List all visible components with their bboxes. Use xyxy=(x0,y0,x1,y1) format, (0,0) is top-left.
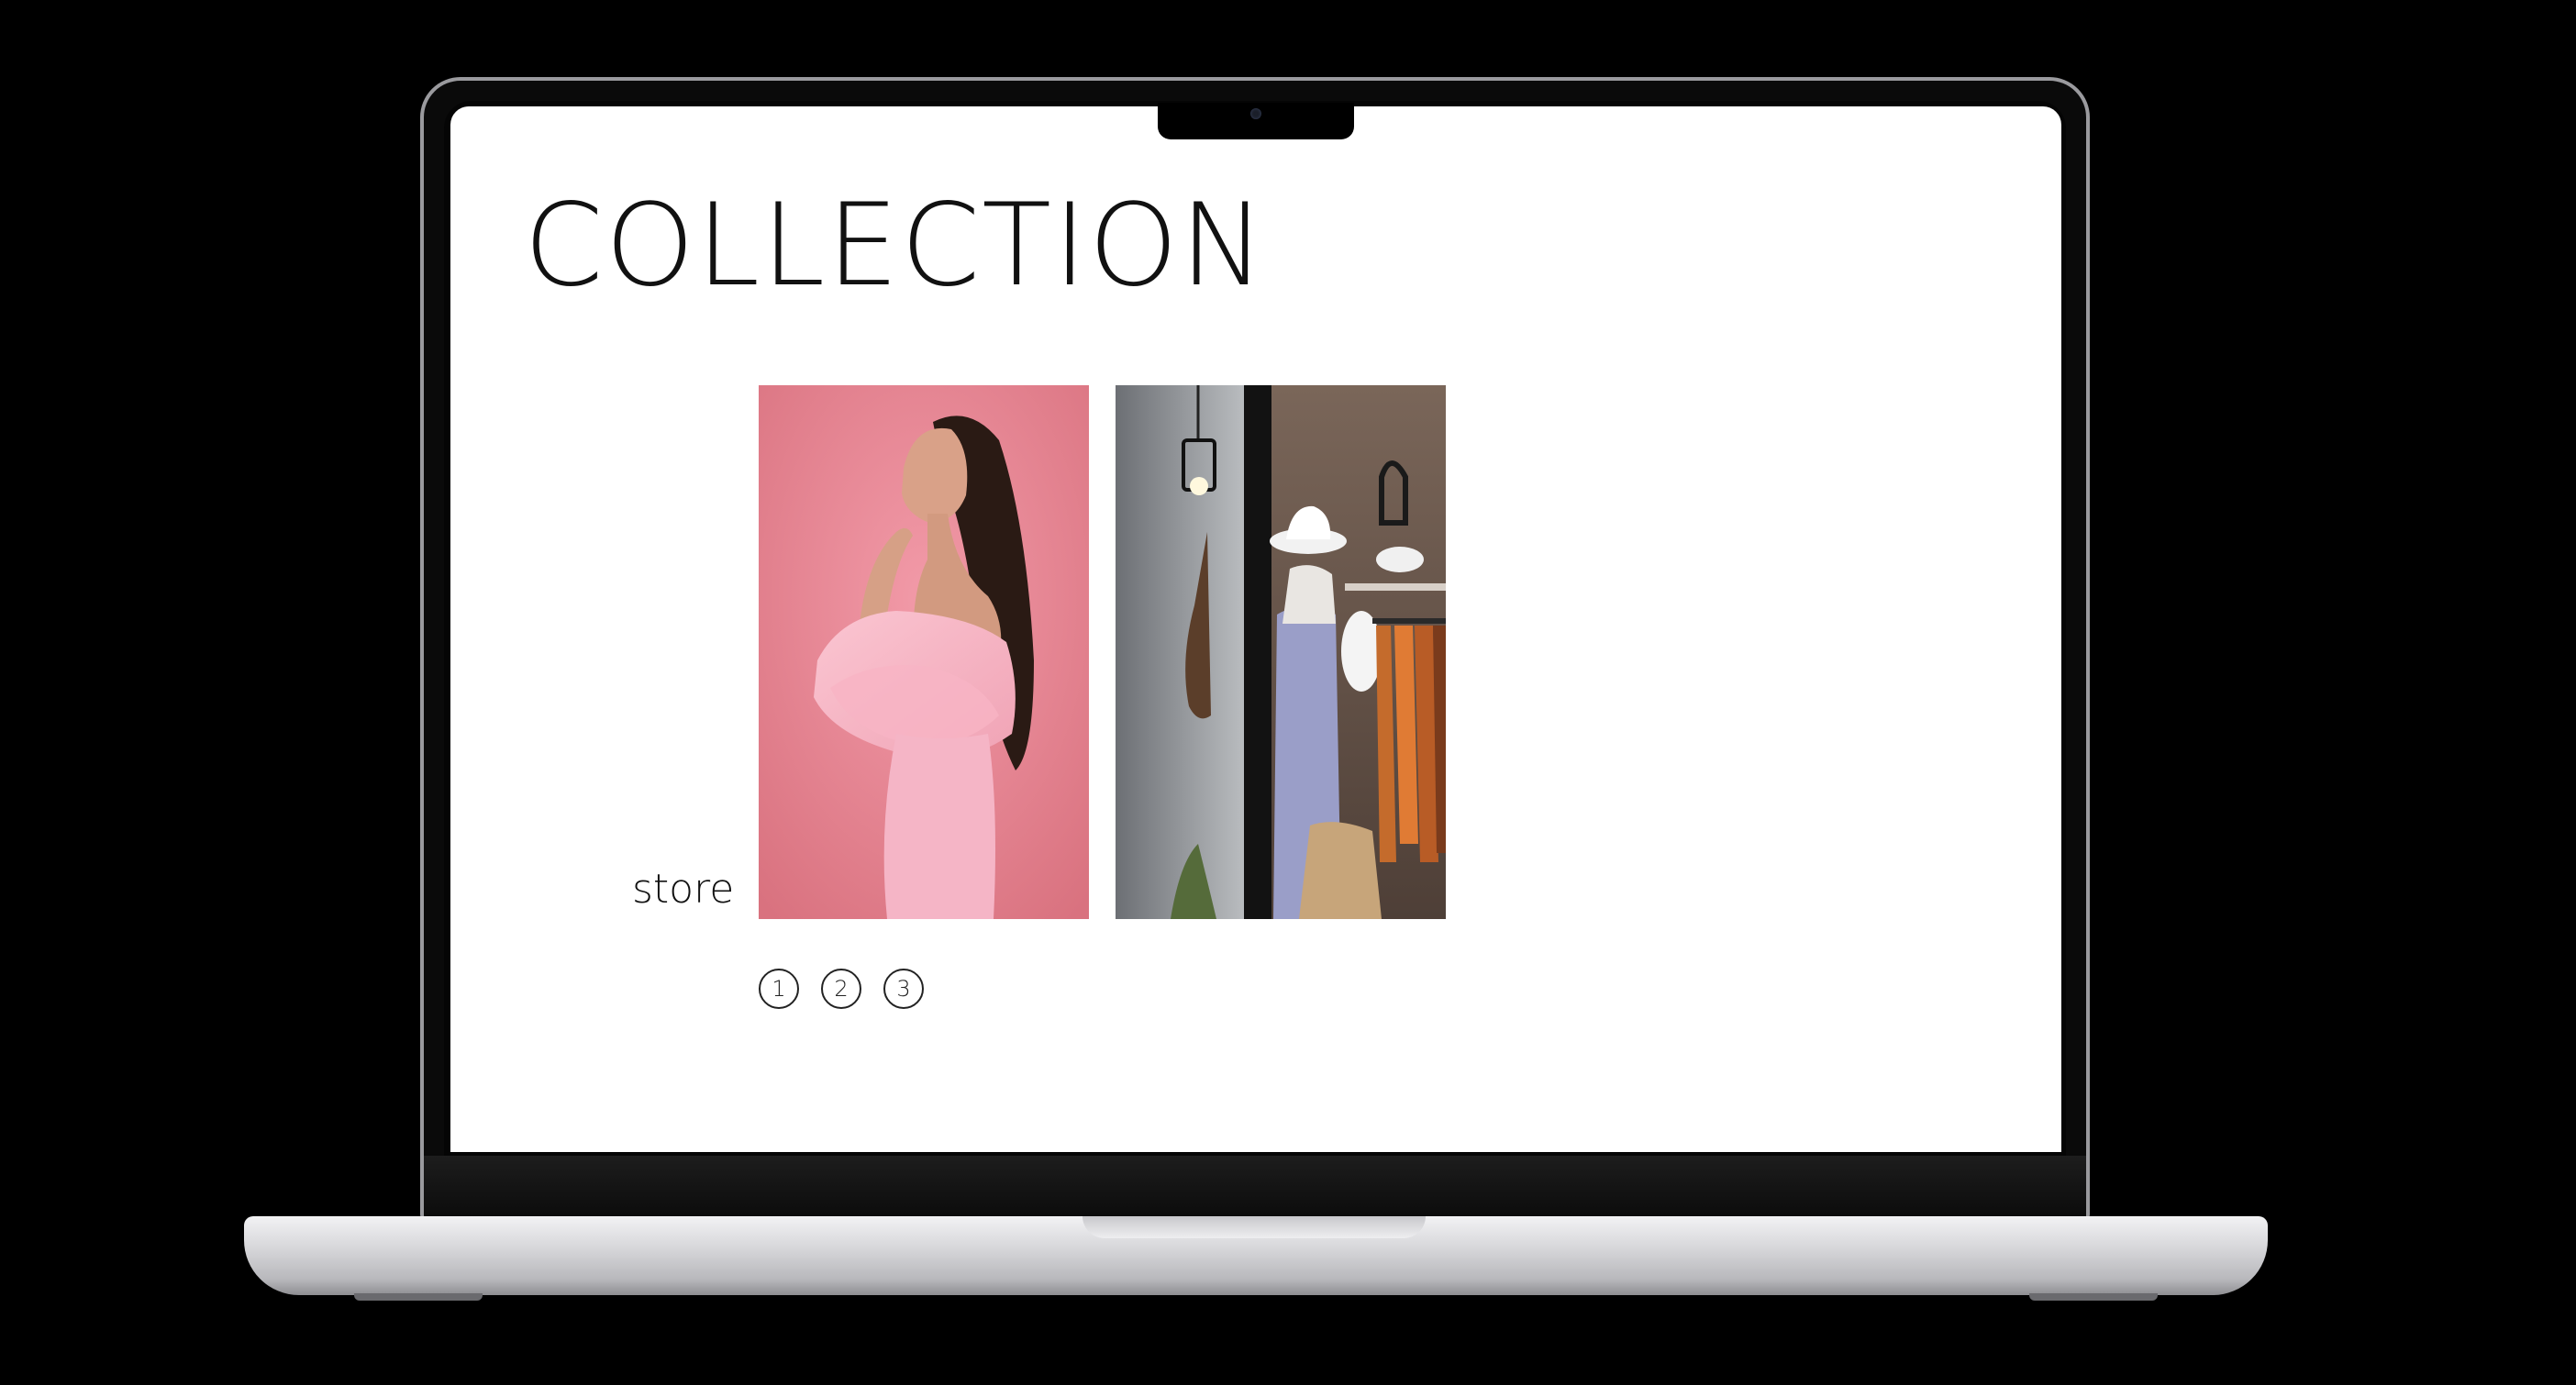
store-label[interactable]: store xyxy=(632,870,734,910)
trackpad-notch xyxy=(1083,1216,1426,1238)
page-title: COLLECTION xyxy=(524,180,1267,312)
laptop-chin xyxy=(424,1156,2086,1216)
laptop-mockup: COLLECTION store 1 2 3 xyxy=(0,0,2576,1385)
right-foot xyxy=(2029,1293,2158,1301)
page-1-button[interactable]: 1 xyxy=(759,969,799,1009)
browser-screen: COLLECTION store 1 2 3 xyxy=(450,106,2061,1152)
store-window-image xyxy=(1116,385,1446,919)
page-3-button[interactable]: 3 xyxy=(883,969,924,1009)
gallery-image-store-window[interactable] xyxy=(1116,385,1446,919)
camera-icon xyxy=(1250,108,1261,119)
gallery-image-fashion-model[interactable] xyxy=(759,385,1089,919)
left-foot xyxy=(354,1293,483,1301)
pagination: 1 2 3 xyxy=(759,969,924,1009)
fashion-model-image xyxy=(759,385,1089,919)
page-2-button[interactable]: 2 xyxy=(821,969,861,1009)
